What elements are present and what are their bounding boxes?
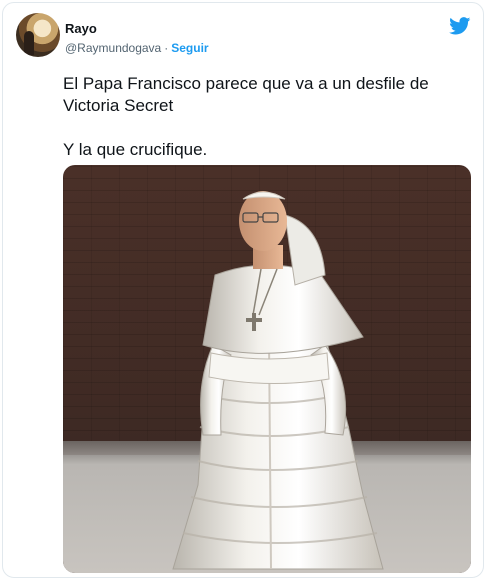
handle-line: @Raymundogava · Seguir [65, 41, 209, 55]
separator-dot: · [164, 41, 169, 55]
display-name[interactable]: Rayo [65, 21, 97, 36]
tweet-text: El Papa Francisco parece que va a un des… [63, 74, 429, 159]
twitter-bird-icon[interactable] [449, 17, 471, 35]
tweet-card: Rayo @Raymundogava · Seguir El Papa Franci… [2, 2, 484, 578]
avatar[interactable] [16, 13, 60, 57]
pope-in-white-puffer-coat [172, 191, 384, 570]
tweet-photo[interactable] [63, 165, 471, 573]
user-handle[interactable]: @Raymundogava [65, 41, 161, 55]
follow-button[interactable]: Seguir [171, 41, 208, 55]
